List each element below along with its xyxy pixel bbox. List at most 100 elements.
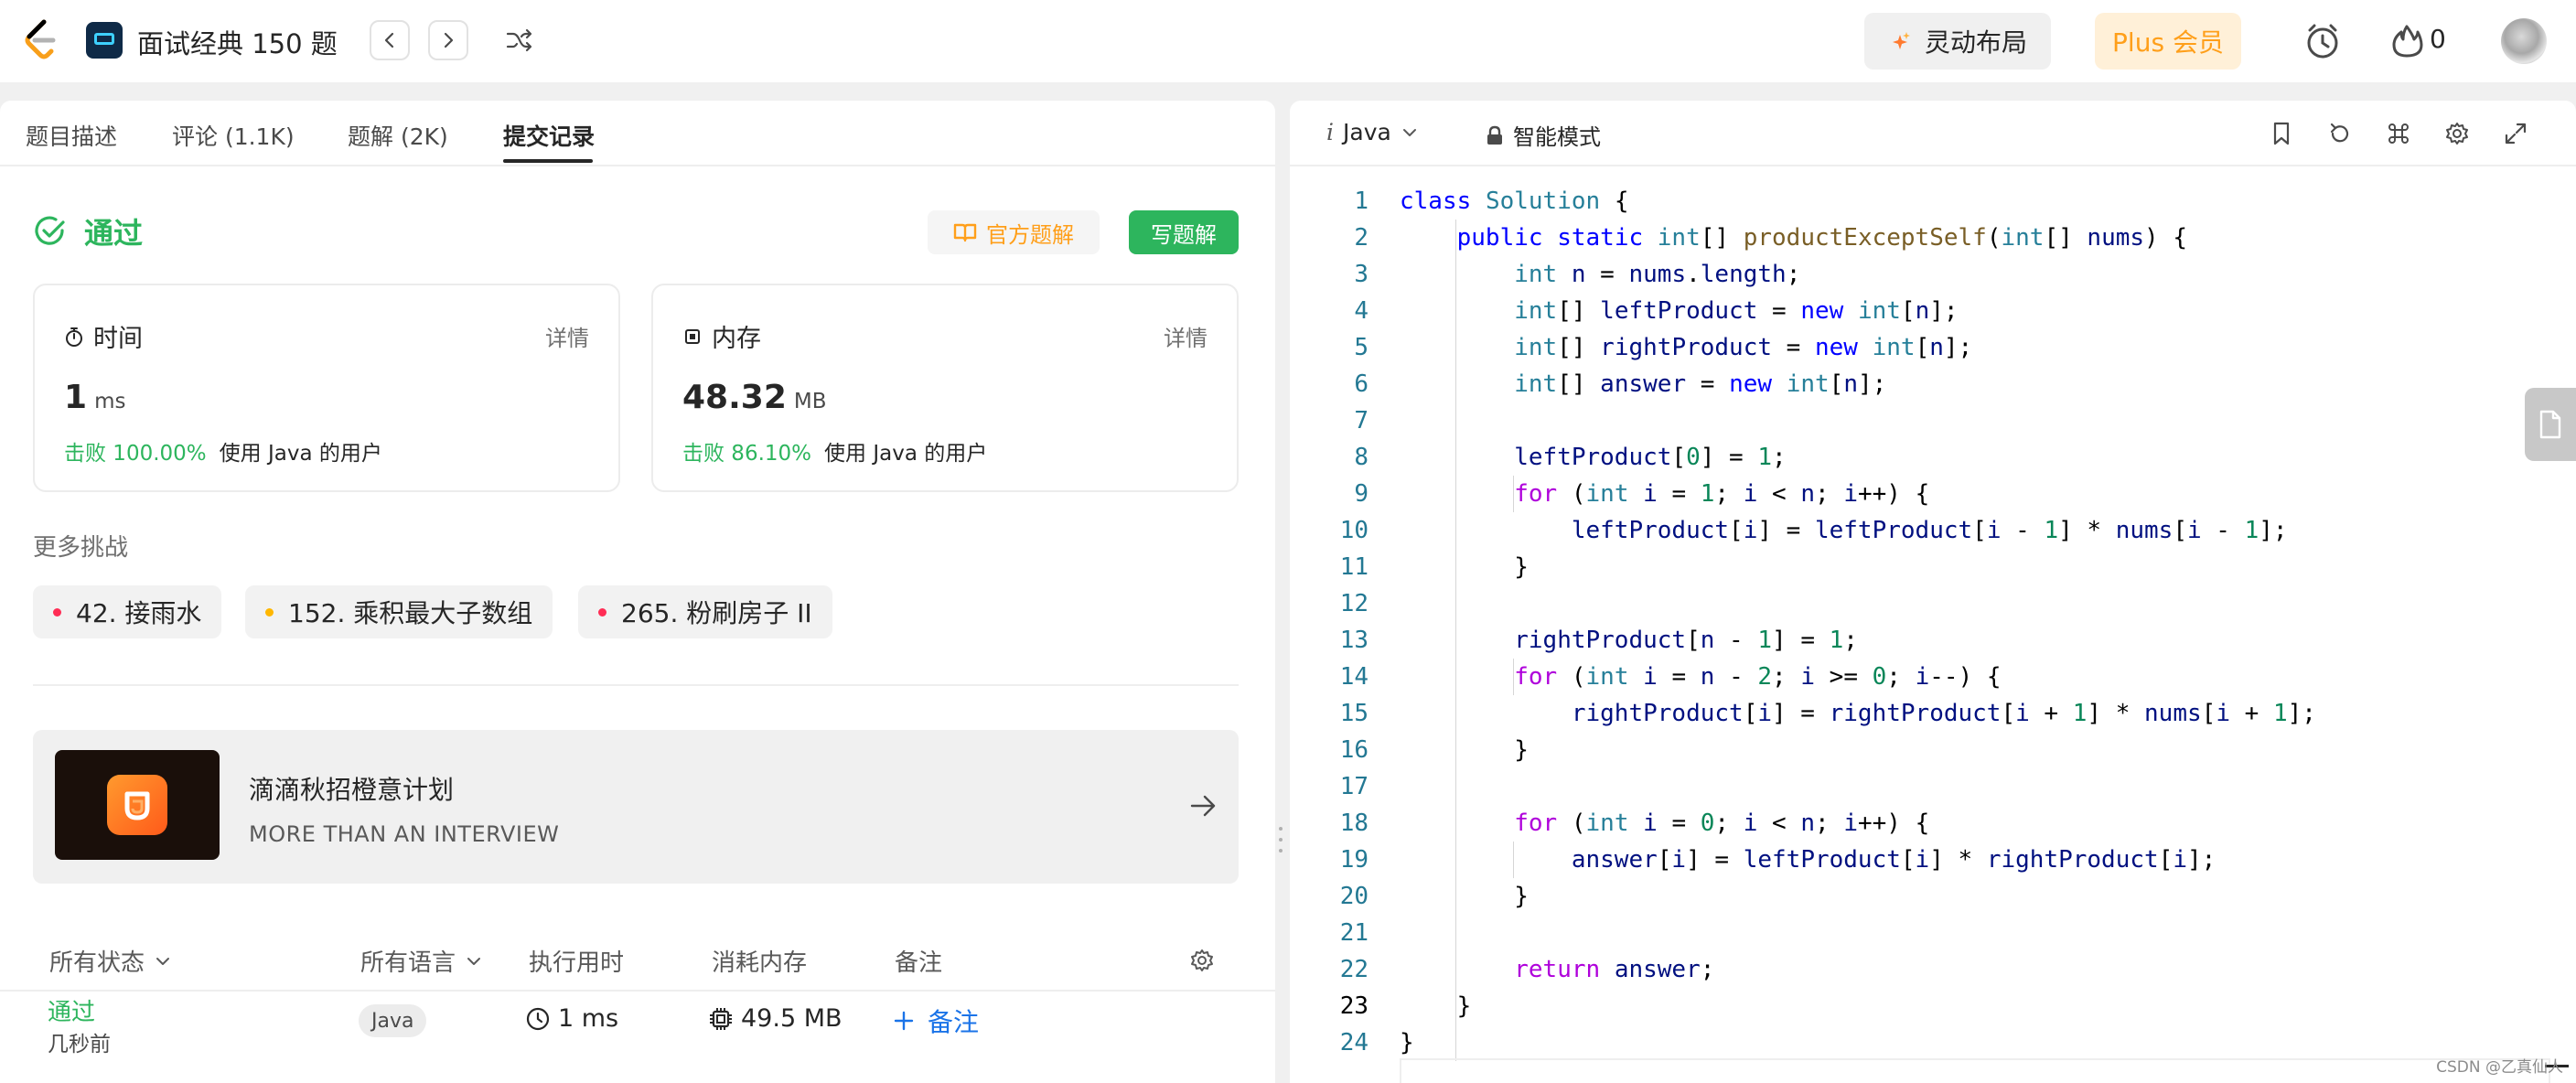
runtime-beat: 击败 100.00% 使用 Java 的用户 — [64, 435, 382, 466]
fullscreen-button[interactable] — [2499, 117, 2532, 150]
code-line[interactable]: 8 leftProduct[0] = 1; — [1290, 439, 2552, 476]
gear-icon — [1191, 949, 1213, 971]
plus-membership-button[interactable]: Plus 会员 — [2095, 13, 2241, 70]
code-line[interactable]: 11 } — [1290, 549, 2552, 585]
leetcode-logo-icon[interactable] — [22, 18, 62, 62]
add-note-button[interactable]: 备注 — [893, 1003, 979, 1039]
code-line[interactable]: 13 rightProduct[n - 1] = 1; — [1290, 622, 2552, 659]
panel-resize-handle[interactable] — [1277, 823, 1284, 856]
smart-mode-toggle[interactable]: 智能模式 — [1486, 119, 1601, 151]
current-line-highlight — [1400, 1058, 2550, 1083]
code-text: int[] leftProduct = new int[n]; — [1514, 297, 1959, 325]
status-filter-label: 所有状态 — [49, 949, 145, 977]
code-line[interactable]: 18 for (int i = 0; i < n; i++) { — [1290, 805, 2552, 842]
alarm-clock-icon — [2307, 24, 2338, 59]
code-line[interactable]: 23 } — [1290, 988, 2552, 1024]
smart-mode-label: 智能模式 — [1513, 124, 1601, 150]
official-solution-button[interactable]: 官方题解 — [928, 210, 1100, 254]
code-line[interactable]: 14 for (int i = n - 2; i >= 0; i--) { — [1290, 659, 2552, 695]
challenge-chip[interactable]: 152. 乘积最大子数组 — [245, 585, 553, 638]
code-line[interactable]: 19 answer[i] = leftProduct[i] * rightPro… — [1290, 842, 2552, 878]
code-editor-panel: i Java 智能模式 1 class Solution {2 public … — [1290, 101, 2576, 1083]
editor-settings-button[interactable] — [2441, 117, 2474, 150]
line-number: 3 — [1354, 261, 1368, 288]
next-problem-button[interactable] — [428, 20, 468, 60]
runtime-detail-link[interactable]: 详情 — [545, 320, 589, 352]
code-line[interactable]: 4 int[] leftProduct = new int[n]; — [1290, 293, 2552, 329]
runtime-card[interactable]: 时间 详情 1 ms 击败 100.00% 使用 Java 的用户 — [33, 284, 620, 492]
language-filter-label: 所有语言 — [360, 949, 456, 977]
timer-button[interactable] — [2302, 20, 2344, 62]
reset-icon — [2330, 123, 2349, 143]
problem-list-icon[interactable] — [86, 22, 123, 59]
code-line[interactable]: 6 int[] answer = new int[n]; — [1290, 366, 2552, 402]
streak-button[interactable] — [2386, 20, 2428, 62]
code-line[interactable]: 7 — [1290, 402, 2552, 439]
code-text: leftProduct[0] = 1; — [1514, 444, 1787, 471]
line-number: 15 — [1339, 700, 1368, 727]
left-panel: 题目描述 评论 (1.1K) 题解 (2K) 提交记录 通过 官方题解 写题解 … — [0, 101, 1275, 1083]
row-runtime-value: 1 ms — [558, 1004, 619, 1033]
code-line[interactable]: 10 leftProduct[i] = leftProduct[i - 1] *… — [1290, 512, 2552, 549]
random-problem-button[interactable] — [501, 24, 538, 57]
side-notes-button[interactable] — [2525, 388, 2576, 461]
more-challenges-title: 更多挑战 — [33, 534, 129, 562]
code-text: for (int i = 1; i < n; i++) { — [1514, 480, 1930, 508]
prev-problem-button[interactable] — [370, 20, 410, 60]
code-text: } — [1400, 883, 1529, 910]
code-text: } — [1400, 1029, 1414, 1056]
code-line[interactable]: 12 — [1290, 585, 2552, 622]
code-line[interactable]: 2 public static int[] productExceptSelf(… — [1290, 220, 2552, 256]
code-line[interactable]: 3 int n = nums.length; — [1290, 256, 2552, 293]
code-text: rightProduct[i] = rightProduct[i + 1] * … — [1571, 700, 2316, 727]
code-line[interactable]: 17 — [1290, 768, 2552, 805]
language-filter[interactable]: 所有语言 — [360, 944, 483, 978]
bookmark-button[interactable] — [2265, 117, 2298, 150]
code-area[interactable]: 1 class Solution {2 public static int[] p… — [1290, 183, 2569, 1083]
reset-code-button[interactable] — [2324, 117, 2356, 150]
tab-submissions[interactable]: 提交记录 — [503, 119, 595, 152]
tab-solutions[interactable]: 题解 (2K) — [348, 119, 448, 152]
user-avatar[interactable] — [2501, 18, 2547, 64]
line-number: 20 — [1339, 883, 1368, 910]
challenge-chip[interactable]: 265. 粉刷房子 II — [578, 585, 832, 638]
chevron-down-icon — [1402, 128, 1416, 136]
flame-icon — [2392, 25, 2423, 58]
row-runtime: 1 ms — [525, 1004, 618, 1033]
code-line[interactable]: 24} — [1290, 1024, 2552, 1061]
code-line[interactable]: 20 } — [1290, 878, 2552, 915]
code-line[interactable]: 22 return answer; — [1290, 951, 2552, 988]
table-settings-button[interactable] — [1189, 948, 1215, 973]
memory-card[interactable]: 内存 详情 48.32 MB 击败 86.10% 使用 Java 的用户 — [651, 284, 1239, 492]
problem-list-title[interactable]: 面试经典 150 题 — [137, 23, 338, 61]
code-text: } — [1400, 736, 1529, 764]
code-text: for (int i = n - 2; i >= 0; i--) { — [1514, 663, 2002, 691]
status-filter[interactable]: 所有状态 — [49, 944, 172, 978]
runtime-value: 1 — [64, 379, 88, 416]
row-status[interactable]: 通过 — [48, 993, 95, 1027]
line-number: 18 — [1339, 810, 1368, 837]
plus-icon — [894, 1011, 914, 1031]
code-line[interactable]: 15 rightProduct[i] = rightProduct[i + 1]… — [1290, 695, 2552, 732]
dynamic-layout-button[interactable]: 灵动布局 — [1864, 13, 2051, 70]
difficulty-hard-dot — [598, 607, 606, 617]
promo-banner[interactable]: 滴滴秋招橙意计划 MORE THAN AN INTERVIEW — [33, 730, 1239, 884]
line-number: 1 — [1354, 188, 1368, 215]
code-line[interactable]: 21 — [1290, 915, 2552, 951]
challenge-chip[interactable]: 42. 接雨水 — [33, 585, 222, 638]
code-line[interactable]: 9 for (int i = 1; i < n; i++) { — [1290, 476, 2552, 512]
arrow-right-icon[interactable] — [1187, 790, 1218, 821]
code-text: int[] answer = new int[n]; — [1514, 370, 1887, 398]
language-select[interactable]: i Java — [1326, 119, 1419, 145]
line-number: 5 — [1354, 334, 1368, 361]
line-number: 13 — [1339, 627, 1368, 654]
tab-comments[interactable]: 评论 (1.1K) — [172, 119, 295, 152]
tab-description[interactable]: 题目描述 — [26, 119, 117, 152]
code-line[interactable]: 16 } — [1290, 732, 2552, 768]
code-line[interactable]: 1 class Solution { — [1290, 183, 2552, 220]
code-text: public static int[] productExceptSelf(in… — [1456, 224, 2188, 252]
write-solution-button[interactable]: 写题解 — [1129, 210, 1239, 254]
shortcuts-button[interactable] — [2382, 117, 2415, 150]
code-line[interactable]: 5 int[] rightProduct = new int[n]; — [1290, 329, 2552, 366]
memory-detail-link[interactable]: 详情 — [1164, 320, 1208, 352]
